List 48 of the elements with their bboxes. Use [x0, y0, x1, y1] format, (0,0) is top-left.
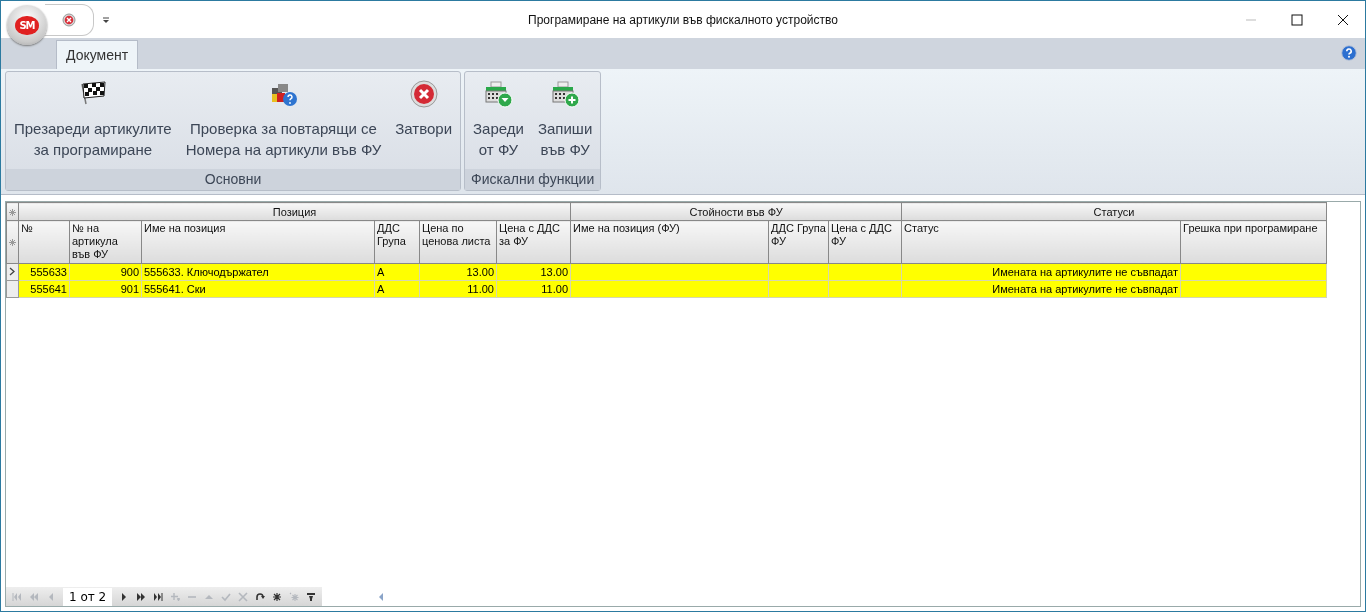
- cash-register-download-icon: [483, 80, 514, 108]
- table-cell: Имената на артикулите не съвпадат: [901, 280, 1181, 298]
- column-header[interactable]: ДДС Група: [374, 220, 420, 264]
- close-icon[interactable]: [1337, 13, 1349, 26]
- column-header[interactable]: Грешка при програмиране: [1180, 220, 1327, 264]
- column-header[interactable]: Статус: [901, 220, 1181, 264]
- table-cell: 11.00: [419, 280, 497, 298]
- column-header[interactable]: Цена с ДДС ФУ: [828, 220, 902, 264]
- band-header: Позиция: [18, 202, 571, 221]
- table-cell: 901: [69, 280, 142, 298]
- cash-register-add-icon: [550, 80, 581, 108]
- last-icon[interactable]: [153, 591, 164, 602]
- ribbon-button[interactable]: Затвори: [391, 72, 457, 169]
- window-title: Програмиране на артикули във фискалното устройство: [528, 12, 838, 27]
- table-cell: 11.00: [496, 280, 571, 298]
- page-indicator: 1 от 2: [63, 587, 113, 606]
- column-header[interactable]: Име на позиция (ФУ): [570, 220, 769, 264]
- ribbon-tab[interactable]: Документ: [56, 40, 139, 69]
- band-header: Статуси: [901, 202, 1327, 221]
- customize-dropdown-icon[interactable]: [102, 15, 110, 24]
- group-label: Основни: [6, 169, 461, 190]
- table-cell: 555641. Ски: [141, 280, 375, 298]
- column-header[interactable]: ДДС Група ФУ: [768, 220, 829, 264]
- column-header[interactable]: № на артикула във ФУ: [69, 220, 142, 264]
- refresh-icon[interactable]: [255, 591, 266, 602]
- column-header[interactable]: Цена по ценова листа: [419, 220, 497, 264]
- column-header[interactable]: №: [18, 220, 70, 264]
- maximize-icon[interactable]: [1291, 13, 1303, 26]
- column-header[interactable]: Име на позиция: [141, 220, 375, 264]
- ribbon-button[interactable]: Презареди артикулите за програмиране: [10, 72, 176, 169]
- current-row-icon: [9, 267, 15, 276]
- scroll-left-icon[interactable]: [378, 591, 385, 602]
- ribbon-button[interactable]: Проверка за повтарящи се Номера на артикули във ФУ: [181, 72, 386, 169]
- ribbon-button[interactable]: Зареди от ФУ: [469, 72, 528, 169]
- table-cell: 555641: [18, 280, 70, 298]
- band-header: Стойности във ФУ: [570, 202, 902, 221]
- next-page-icon[interactable]: [136, 591, 147, 602]
- mark-icon[interactable]: [272, 591, 283, 602]
- filter-icon[interactable]: [306, 591, 317, 602]
- asterisk-icon: [9, 208, 16, 216]
- asterisk-icon: [9, 239, 16, 246]
- table-cell: A: [374, 280, 420, 298]
- group-label: Фискални функции: [465, 169, 601, 190]
- app-menu-button[interactable]: SM: [7, 5, 47, 45]
- column-header[interactable]: Цена с ДДС за ФУ: [496, 220, 571, 264]
- help-icon[interactable]: [1341, 45, 1357, 61]
- close-icon: [408, 80, 439, 108]
- ribbon-button[interactable]: Запиши във ФУ: [533, 72, 597, 169]
